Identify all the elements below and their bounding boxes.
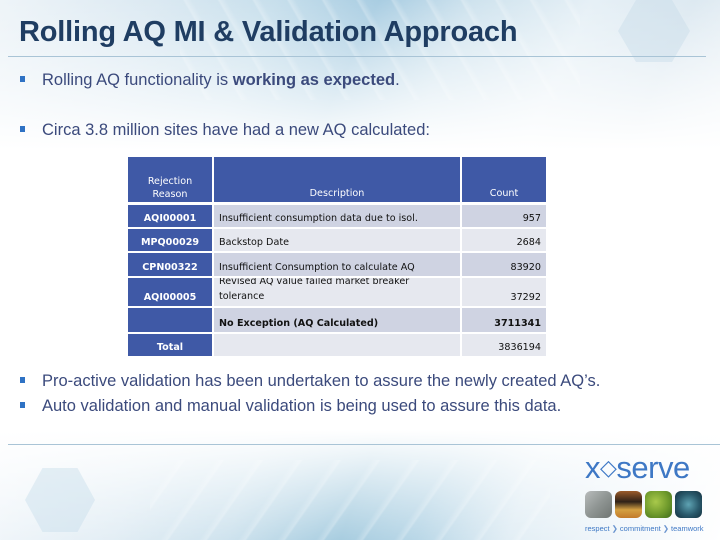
total-count-cell: 3836194: [462, 334, 546, 356]
description-cell: Insufficient consumption data due to iso…: [214, 205, 460, 227]
bullet-text-suffix: .: [395, 71, 400, 89]
network-image-icon: [675, 491, 702, 518]
background-bottom-stripes: [150, 460, 550, 540]
count-cell: 83920: [462, 253, 546, 276]
rejection-code-cell: CPN00322: [128, 253, 212, 276]
description-cell: Backstop Date: [214, 229, 460, 251]
description-cell: [214, 334, 460, 356]
count-cell: 957: [462, 205, 546, 227]
bullet-text: Circa 3.8 million sites have had a new A…: [42, 121, 430, 139]
bullet-text-prefix: Rolling AQ functionality is: [42, 71, 233, 89]
total-label-cell: Total: [128, 334, 212, 356]
logo-image-tiles: [585, 491, 710, 518]
count-cell: 3711341: [462, 308, 546, 332]
table-header-row: Rejection Reason Description Count: [128, 157, 548, 202]
table-row: MPQ00029 Backstop Date 2684: [128, 229, 548, 251]
bullet-text: Auto validation and manual validation is…: [42, 397, 562, 415]
table-row: AQI00005 Revised AQ value failed market …: [128, 278, 548, 306]
gas-burner-image-icon: [615, 491, 642, 518]
table-row-no-exception: No Exception (AQ Calculated) 3711341: [128, 308, 548, 332]
bullet-auto-manual-validation: Auto validation and manual validation is…: [20, 397, 561, 416]
description-line2: tolerance: [219, 291, 265, 302]
rejection-code-cell: AQI00005: [128, 278, 212, 306]
chevron-right-icon: ❯: [611, 524, 618, 533]
bullet-working-as-expected: Rolling AQ functionality is working as e…: [20, 71, 400, 90]
table-row: CPN00322 Insufficient Consumption to cal…: [128, 253, 548, 276]
count-cell: 37292: [462, 278, 546, 306]
slide-title: Rolling AQ MI & Validation Approach: [19, 16, 518, 48]
header-count: Count: [462, 157, 546, 202]
rejection-code-cell: MPQ00029: [128, 229, 212, 251]
leaves-image-icon: [645, 491, 672, 518]
chevron-right-icon: ❯: [662, 524, 670, 533]
square-bullet-icon: [20, 376, 25, 383]
description-cell: Insufficient Consumption to calculate AQ: [214, 253, 460, 276]
bullet-proactive-validation: Pro-active validation has been undertake…: [20, 372, 600, 391]
header-description-text: Description: [309, 188, 365, 199]
table-row-total: Total 3836194: [128, 334, 548, 356]
header-rejection-reason-line1: Rejection: [147, 176, 193, 187]
xoserve-logo: x◇serve respect ❯ commitment ❯ teamwork: [585, 452, 710, 533]
header-rejection-reason-line2: Reason: [152, 189, 188, 200]
table-row: AQI00001 Insufficient consumption data d…: [128, 205, 548, 227]
square-bullet-icon: [20, 401, 25, 408]
description-cell: No Exception (AQ Calculated): [214, 308, 460, 332]
header-description: Description: [214, 157, 460, 202]
logo-diamond-icon: ◇: [600, 455, 617, 480]
square-bullet-icon: [20, 125, 25, 132]
logo-wordmark: x◇serve: [585, 450, 690, 485]
header-count-text: Count: [489, 188, 519, 199]
square-bullet-icon: [20, 75, 25, 82]
title-divider: [8, 56, 706, 57]
description-line1: Revised AQ value failed market breaker: [219, 278, 410, 287]
rejection-code-cell: AQI00001: [128, 205, 212, 227]
rejection-code-cell: [128, 308, 212, 332]
header-rejection-reason: Rejection Reason: [128, 157, 212, 202]
count-cell: 2684: [462, 229, 546, 251]
bullet-text-bold: working as expected: [232, 71, 396, 89]
footer-divider: [8, 444, 720, 445]
meter-image-icon: [585, 491, 612, 518]
bullet-text: Pro-active validation has been undertake…: [42, 372, 601, 390]
logo-tagline: respect ❯ commitment ❯ teamwork: [585, 524, 704, 533]
bullet-sites-calculated: Circa 3.8 million sites have had a new A…: [20, 121, 430, 140]
description-cell: Revised AQ value failed market breaker t…: [214, 278, 460, 306]
